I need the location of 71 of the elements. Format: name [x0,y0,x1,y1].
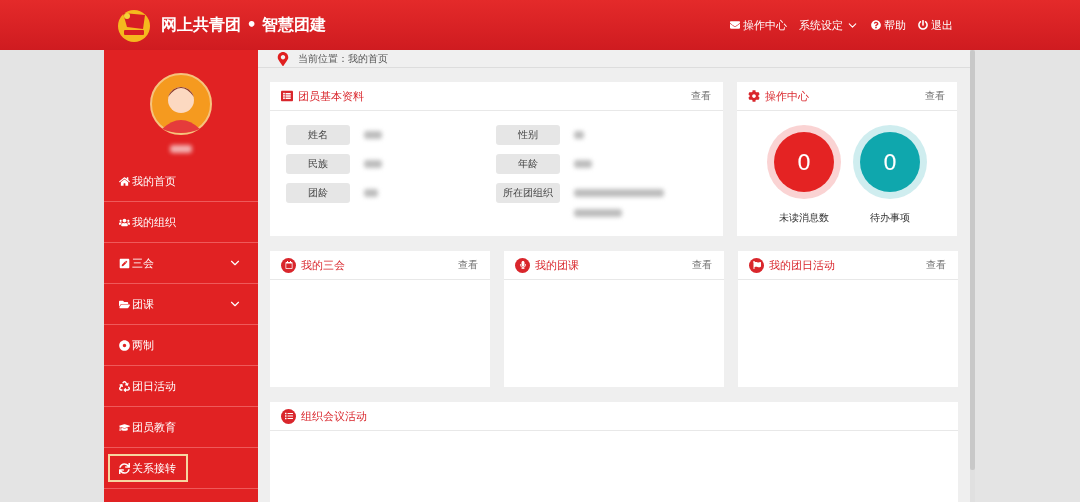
nav-link[interactable]: 系统设定 [799,17,859,33]
field-label: 团龄 [286,183,350,203]
scrollbar[interactable] [970,50,975,502]
stat-count[interactable]: 0 [774,132,834,192]
card-title: 我的团课 [535,257,579,273]
card-title: 操作中心 [765,88,809,104]
sidebar-label: 我的首页 [132,173,176,189]
question-icon [871,20,881,30]
sidebar-item[interactable]: 团员教育 [108,413,254,441]
folder-icon [119,298,130,310]
refresh-icon [119,462,130,474]
flag-icon [749,257,764,273]
blurred-value [574,209,622,217]
sidebar-label: 团员教育 [132,419,176,435]
recycle-icon [119,380,130,392]
card-title: 我的三会 [301,257,345,273]
sidebar-item[interactable]: 两制 [108,331,254,359]
view-link[interactable]: 查看 [458,258,478,272]
nav-link[interactable]: 操作中心 [730,17,787,33]
sidebar-item[interactable]: 团课 [108,290,254,318]
view-link[interactable]: 查看 [691,89,711,103]
stat-label: 待办事项 [870,211,910,225]
sidebar-item[interactable]: 团日活动 [108,372,254,400]
list-icon [281,90,293,102]
blurred-value [364,189,378,197]
sidebar-item[interactable]: 我的组织 [108,208,254,236]
card-title: 组织会议活动 [301,408,367,424]
sidebar-label: 关系接转 [132,460,176,476]
field-label: 性别 [496,125,560,145]
breadcrumb: 当前位置：我的首页 [298,51,388,66]
sidebar-label: 三会 [132,255,154,271]
sidebar-item[interactable]: 三会 [108,249,254,277]
card-title: 我的团日活动 [769,257,835,273]
sidebar-label: 团日活动 [132,378,176,394]
calendar-icon [281,257,296,273]
home-icon [119,175,130,187]
microphone-icon [515,257,530,273]
stat-label: 未读消息数 [779,211,829,225]
blurred-name [170,145,192,153]
blurred-value [574,131,584,139]
sidebar-item[interactable]: 关系接转 [108,454,188,482]
view-link[interactable]: 查看 [925,89,945,103]
view-link[interactable]: 查看 [926,258,946,272]
users-icon [119,216,130,228]
blurred-value [364,131,382,139]
target-icon [119,339,130,351]
sidebar-label: 我的组织 [132,214,176,230]
field-label: 所在团组织 [496,183,560,203]
blurred-value [574,160,592,168]
graduation-cap-icon [119,421,130,433]
view-link[interactable]: 查看 [692,258,712,272]
nav-link[interactable]: 帮助 [871,17,906,33]
field-label: 民族 [286,154,350,174]
field-label: 年龄 [496,154,560,174]
card-title: 团员基本资料 [298,88,364,104]
blurred-value [364,160,382,168]
map-pin-icon [276,51,290,66]
envelope-icon [730,20,740,30]
sidebar-item[interactable]: 我的首页 [108,167,254,195]
sidebar-label: 两制 [132,337,154,353]
avatar [150,73,212,135]
field-label: 姓名 [286,125,350,145]
power-icon [918,20,928,30]
stat-count[interactable]: 0 [860,132,920,192]
pen-icon [119,257,130,269]
site-title: 网上共青团 • 智慧团建 [161,14,327,36]
settings-icon [748,90,760,102]
emblem-icon [115,7,153,43]
sidebar-label: 团课 [132,296,154,312]
list-icon [281,408,296,424]
nav-link[interactable]: 退出 [918,17,953,33]
